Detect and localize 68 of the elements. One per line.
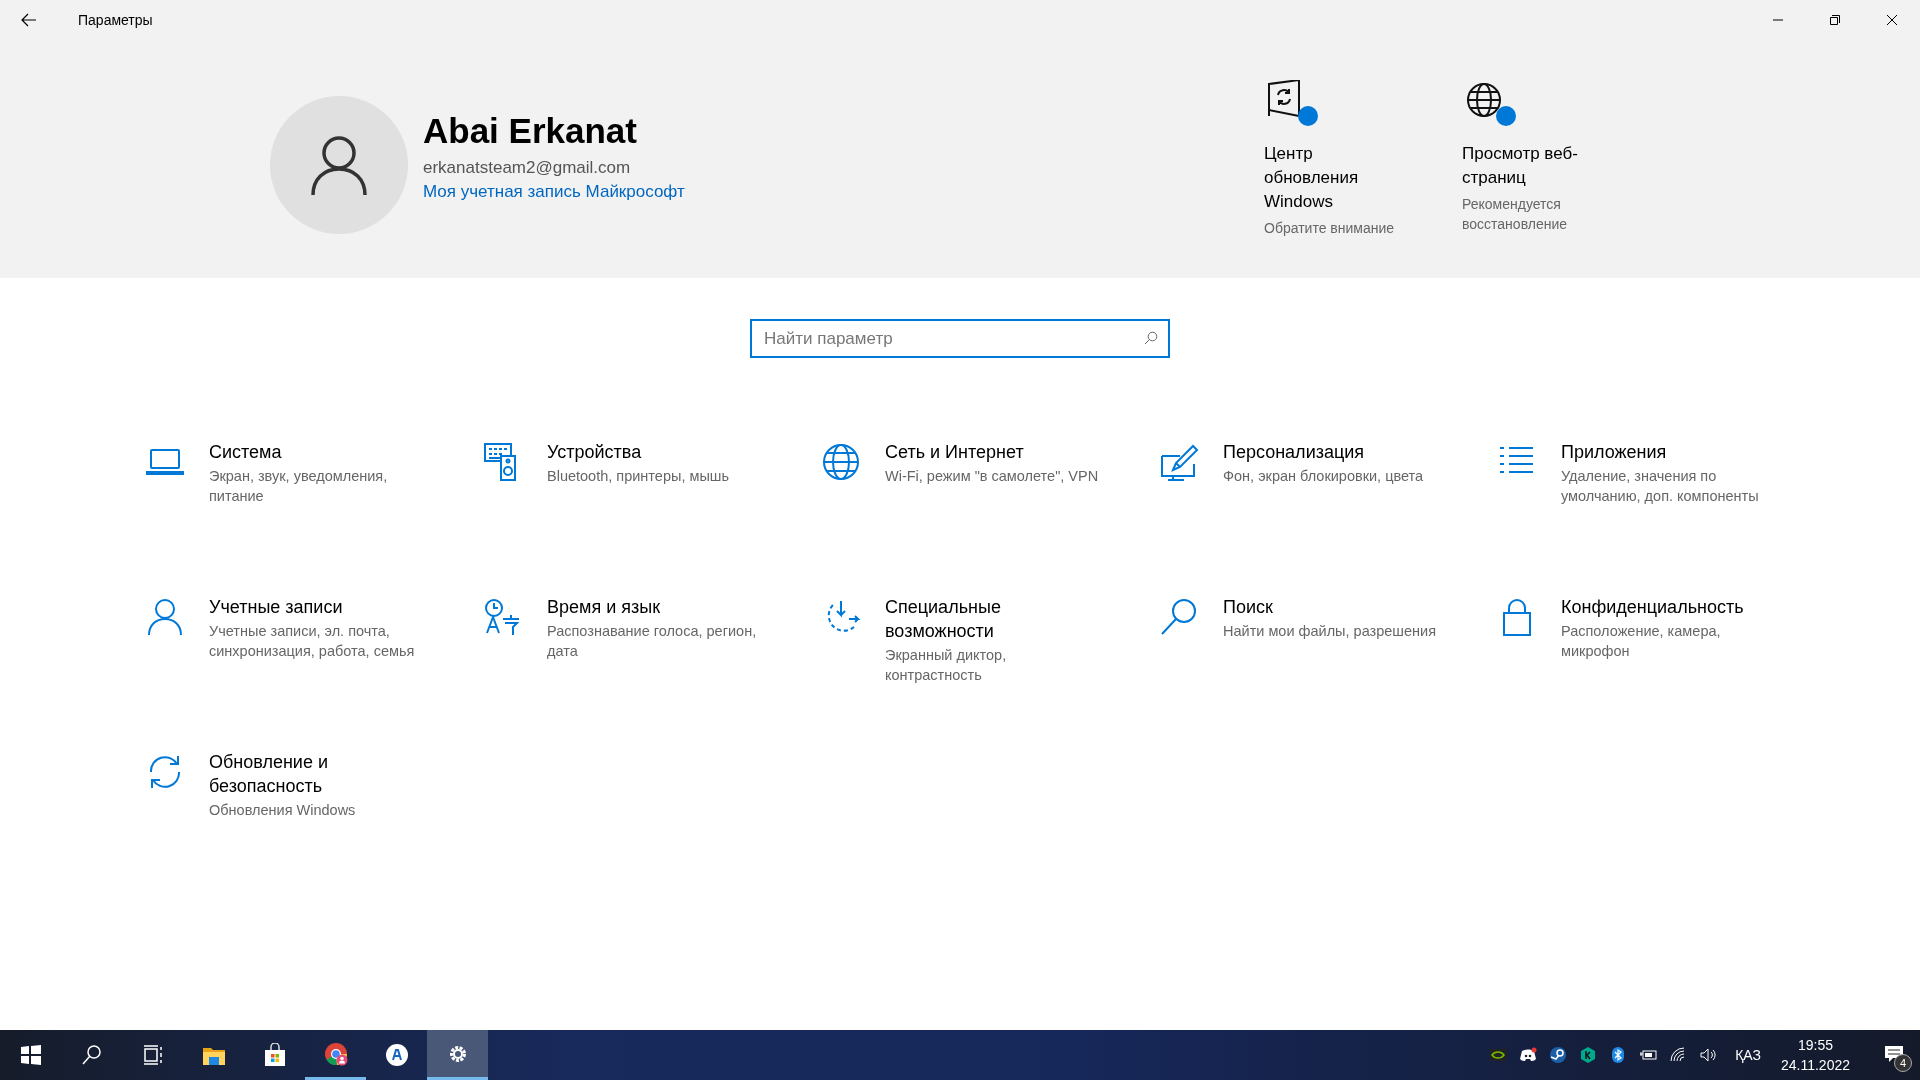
category-title: Персонализация	[1223, 441, 1366, 464]
category-tile[interactable]: Учетные записи Учетные записи, эл. почта, синхронизация, работа, семья	[145, 595, 483, 750]
category-tile[interactable]: Устройства Bluetooth, принтеры, мышь	[483, 440, 821, 595]
eye-logo-icon[interactable]	[1489, 1046, 1508, 1064]
search-field[interactable]: Найти параметр	[750, 319, 1170, 358]
category-description: Распознавание голоса, регион, дата	[547, 622, 758, 661]
account-name: Abai Erkanat	[423, 110, 638, 152]
search-icon	[1144, 331, 1158, 345]
app-icon	[384, 1043, 409, 1067]
shopping-bag-icon	[262, 1043, 287, 1067]
alert-title: Просмотр веб-страниц	[1462, 143, 1579, 189]
category-description: Экранный диктор, контрастность	[885, 646, 1008, 685]
shield-icon[interactable]	[1579, 1046, 1598, 1064]
category-description: Найти мои файлы, разрешения	[1223, 622, 1437, 641]
browser-icon	[323, 1041, 348, 1066]
category-description: Фон, экран блокировки, цвета	[1223, 467, 1425, 486]
taskbar-button[interactable]	[427, 1030, 488, 1080]
speaker-icon[interactable]	[1699, 1046, 1718, 1064]
category-title: Система	[209, 441, 283, 464]
category-title: Обновление и безопасность	[209, 751, 329, 798]
category-title: Устройства	[547, 441, 643, 464]
category-description: Bluetooth, принтеры, мышь	[547, 467, 730, 486]
controller-icon[interactable]	[1519, 1046, 1538, 1064]
category-tile[interactable]: Приложения Удаление, значения по умолчанию, доп. компоненты	[1497, 440, 1835, 595]
category-title: Сеть и Интернет	[885, 441, 1025, 464]
search-icon	[1159, 597, 1199, 637]
steam-icon[interactable]	[1549, 1046, 1568, 1064]
alert-tile[interactable]: Центр обновления Windows Обратите внимание	[1264, 74, 1434, 278]
category-tile[interactable]: Сеть и Интернет Wi-Fi, режим "в самолете", VPN	[821, 440, 1159, 595]
globe-icon	[1464, 80, 1504, 120]
category-description: Расположение, камера, микрофон	[1561, 622, 1722, 661]
back-arrow-icon	[21, 13, 37, 27]
category-description: Удаление, значения по умолчанию, доп. компоненты	[1561, 467, 1760, 506]
category-title: Специальные возможности	[885, 596, 1002, 643]
category-tile[interactable]: Персонализация Фон, экран блокировки, цвета	[1159, 440, 1497, 595]
person-icon	[145, 597, 185, 637]
close-icon	[1885, 14, 1898, 26]
category-title: Учетные записи	[209, 596, 344, 619]
clock[interactable]: 19:55 24.11.2022	[1780, 1035, 1850, 1075]
category-description: Учетные записи, эл. почта, синхронизация, работа, семья	[209, 622, 416, 661]
category-title: Приложения	[1561, 441, 1668, 464]
category-tile[interactable]: Обновление и безопасность Обновления Windows	[145, 750, 483, 905]
restore-icon	[1828, 14, 1841, 26]
window-title: Параметры	[78, 12, 153, 28]
category-description: Wi-Fi, режим "в самолете", VPN	[885, 467, 1100, 486]
globe-icon	[821, 442, 861, 482]
alert-note: Обратите внимание	[1264, 219, 1396, 238]
language-indicator[interactable]: ҚАЗ	[1735, 1047, 1761, 1063]
category-title: Конфиденциальность	[1561, 596, 1745, 619]
category-description: Обновления Windows	[209, 801, 357, 820]
alert-note: Рекомендуется восстановление	[1462, 195, 1569, 234]
category-tile[interactable]: Время и язык Распознавание голоса, регион, дата	[483, 595, 821, 750]
search-icon	[79, 1043, 104, 1067]
category-tile[interactable]: Поиск Найти мои файлы, разрешения	[1159, 595, 1497, 750]
notification-count: 4	[1894, 1054, 1912, 1072]
notification-button[interactable]: 4	[1870, 1030, 1920, 1080]
account-link[interactable]: Моя учетная запись Майкрософт	[423, 182, 685, 202]
category-tile[interactable]: Специальные возможности Экранный диктор, контрастность	[821, 595, 1159, 750]
account-email: erkanatsteam2@gmail.com	[423, 158, 632, 178]
alert-tile[interactable]: Просмотр веб-страниц Рекомендуется восстановление	[1462, 74, 1632, 278]
category-tile[interactable]: Конфиденциальность Расположение, камера, микрофон	[1497, 595, 1835, 750]
category-tile[interactable]: Система Экран, звук, уведомления, питание	[145, 440, 483, 595]
category-title: Время и язык	[547, 596, 662, 619]
pen-icon	[1159, 442, 1199, 482]
windows-logo-icon	[18, 1043, 43, 1067]
alert-title: Центр обновления Windows	[1264, 143, 1360, 213]
category-title: Поиск	[1223, 596, 1274, 619]
category-description: Экран, звук, уведомления, питание	[209, 467, 389, 506]
